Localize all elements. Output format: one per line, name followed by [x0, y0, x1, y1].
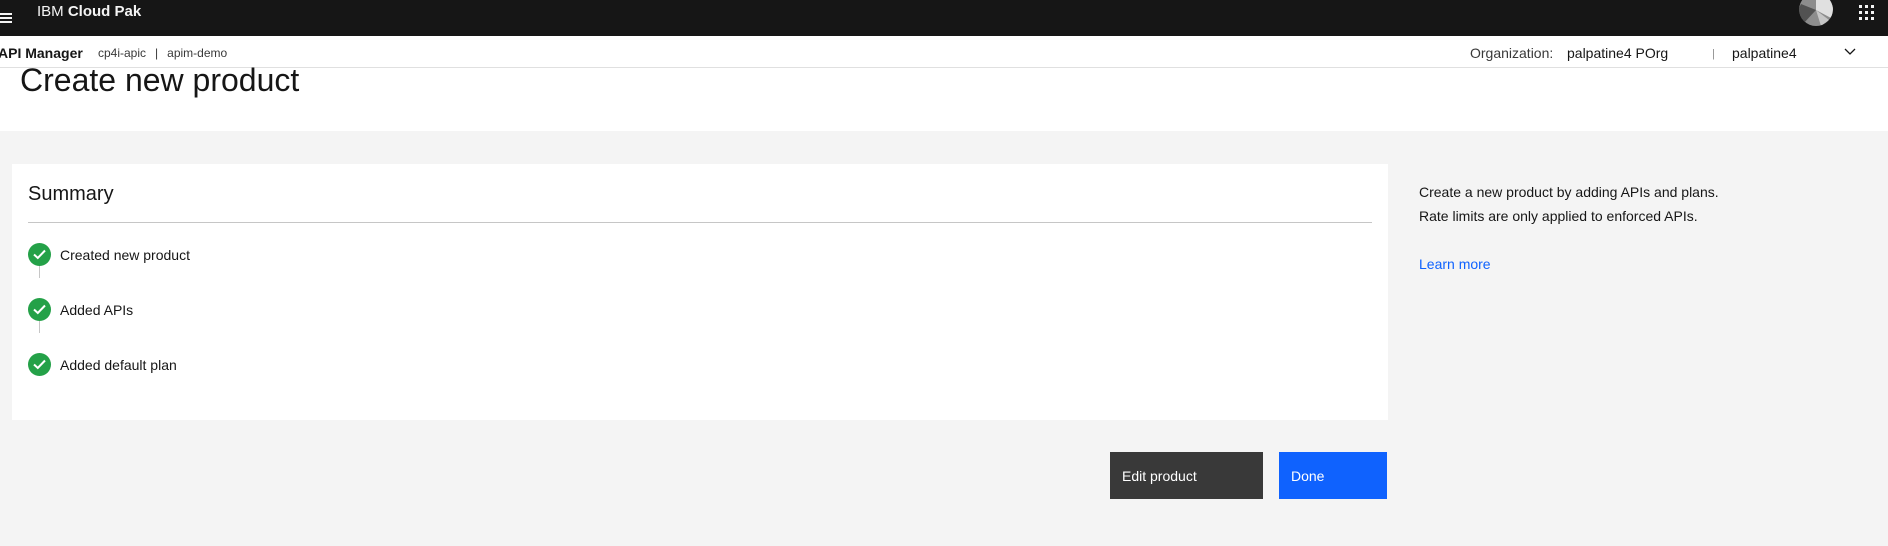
- breadcrumb-item-namespace[interactable]: apim-demo: [167, 46, 227, 60]
- header-divider: |: [1712, 48, 1715, 60]
- breadcrumb-separator: |: [155, 46, 159, 60]
- chevron-down-icon: [1844, 48, 1856, 55]
- global-header: IBM Cloud Pak: [0, 0, 1888, 36]
- checkmark-icon: [28, 353, 51, 376]
- brand-prefix: IBM: [37, 3, 64, 20]
- summary-title: Summary: [28, 183, 114, 205]
- progress-step-label: Added APIs: [60, 302, 134, 318]
- app-name[interactable]: API Manager: [0, 45, 83, 61]
- user-dropdown[interactable]: palpatine4: [1732, 45, 1862, 65]
- brand-name: Cloud Pak: [67, 3, 142, 20]
- breadcrumb-item-instance[interactable]: cp4i-apic: [98, 46, 146, 60]
- checkmark-icon: [28, 298, 51, 321]
- app-switcher-grid-icon[interactable]: [1859, 5, 1877, 23]
- user-dropdown-value: palpatine4: [1732, 45, 1797, 61]
- summary-card: Summary Created new product Added APIs A…: [12, 164, 1388, 420]
- learn-more-link[interactable]: Learn more: [1419, 256, 1491, 272]
- help-text: Create a new product by adding APIs and …: [1419, 180, 1839, 228]
- organization-value[interactable]: palpatine4 POrg: [1567, 45, 1668, 61]
- page-header: Create new product: [0, 62, 1888, 131]
- page-title: Create new product: [20, 62, 300, 98]
- progress-step-label: Added default plan: [60, 357, 177, 373]
- done-button[interactable]: Done: [1279, 452, 1387, 499]
- hamburger-menu-icon[interactable]: [0, 6, 14, 30]
- progress-step-label: Created new product: [60, 247, 190, 263]
- organization-label: Organization:: [1470, 45, 1554, 61]
- breadcrumb: cp4i-apic | apim-demo: [98, 46, 227, 60]
- checkmark-icon: [28, 243, 51, 266]
- brand-logo[interactable]: IBM Cloud Pak: [37, 3, 141, 21]
- edit-product-button[interactable]: Edit product: [1110, 452, 1263, 499]
- help-line-1: Create a new product by adding APIs and …: [1419, 184, 1719, 200]
- user-avatar[interactable]: [1799, 0, 1833, 26]
- help-line-2: Rate limits are only applied to enforced…: [1419, 208, 1698, 224]
- summary-divider: [28, 222, 1372, 223]
